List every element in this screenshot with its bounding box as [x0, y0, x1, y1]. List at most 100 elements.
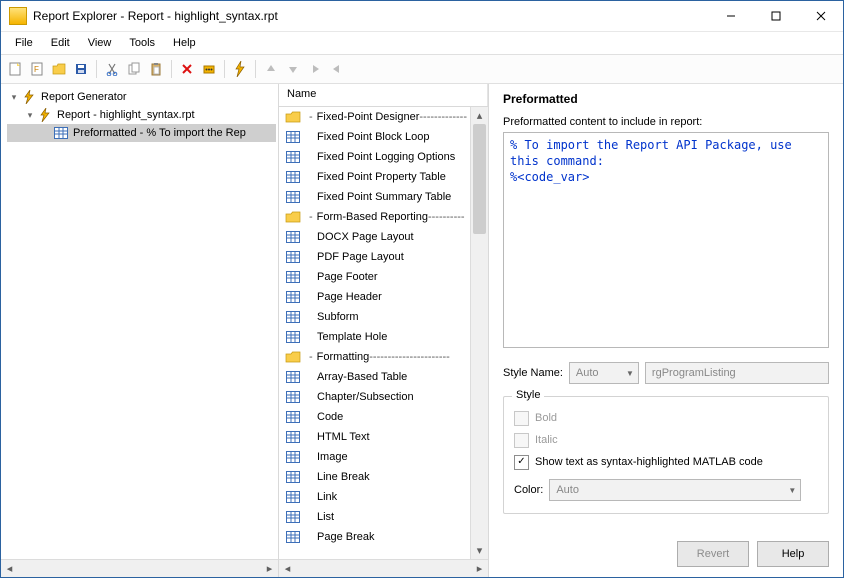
list-item[interactable]: PDF Page Layout [279, 247, 470, 267]
list-item[interactable]: -Formatting ---------------------- [279, 347, 470, 367]
save-button[interactable] [71, 59, 91, 79]
delete-button[interactable] [177, 59, 197, 79]
component-button[interactable] [199, 59, 219, 79]
table-icon [285, 511, 301, 523]
list-item[interactable]: Array-Based Table [279, 367, 470, 387]
folder-icon [285, 111, 301, 123]
content-textarea[interactable]: % To import the Report API Package, use … [503, 132, 829, 348]
tree-label: Preformatted - % To import the Rep [73, 127, 246, 139]
list-vscrollbar[interactable]: ▴ ▾ [470, 107, 488, 559]
tree-view[interactable]: ▾ Report Generator ▾ Report - highlight_… [1, 84, 278, 559]
scroll-right-icon[interactable]: ▸ [471, 561, 488, 576]
revert-button[interactable]: Revert [677, 541, 749, 567]
tree-hscrollbar[interactable]: ◂ ▸ [1, 559, 278, 577]
list-header[interactable]: Name [279, 84, 488, 107]
move-up-button[interactable] [261, 59, 281, 79]
tree-preformatted[interactable]: Preformatted - % To import the Rep [7, 124, 276, 142]
run-button[interactable] [230, 59, 250, 79]
table-icon [53, 126, 69, 140]
minimize-button[interactable] [708, 1, 753, 31]
table-icon [285, 251, 301, 263]
list-item[interactable]: DOCX Page Layout [279, 227, 470, 247]
list-item-label: Array-Based Table [317, 371, 407, 383]
report-icon [37, 108, 53, 122]
scroll-right-icon[interactable]: ▸ [261, 561, 278, 576]
list-item-label: Template Hole [317, 331, 387, 343]
component-list[interactable]: -Fixed-Point Designer -------------Fixed… [279, 107, 470, 559]
table-icon [285, 411, 301, 423]
help-button[interactable]: Help [757, 541, 829, 567]
scroll-left-icon[interactable]: ◂ [1, 561, 18, 576]
list-item[interactable]: Fixed Point Logging Options [279, 147, 470, 167]
scroll-down-icon[interactable]: ▾ [471, 542, 488, 559]
copy-button[interactable] [124, 59, 144, 79]
syntax-highlight-checkbox[interactable]: ✓ [514, 455, 529, 470]
style-name-mode-dropdown[interactable]: Auto ▼ [569, 362, 639, 384]
close-button[interactable] [798, 1, 843, 31]
list-item-label: Subform [317, 311, 359, 323]
list-item[interactable]: Line Break [279, 467, 470, 487]
open-button[interactable] [49, 59, 69, 79]
tree-label: Report Generator [41, 91, 127, 103]
expand-icon[interactable]: ▾ [23, 110, 37, 121]
tree-root[interactable]: ▾ Report Generator [7, 88, 276, 106]
list-item[interactable]: Template Hole [279, 327, 470, 347]
list-item[interactable]: Fixed Point Property Table [279, 167, 470, 187]
list-item-label: List [317, 511, 334, 523]
list-item[interactable]: List [279, 507, 470, 527]
list-item[interactable]: Fixed Point Block Loop [279, 127, 470, 147]
move-left-button[interactable] [327, 59, 347, 79]
scroll-track[interactable] [18, 561, 261, 576]
menubar: File Edit View Tools Help [1, 32, 843, 54]
new-blank-button[interactable] [5, 59, 25, 79]
tree-panel: ▾ Report Generator ▾ Report - highlight_… [1, 84, 279, 577]
table-icon [285, 151, 301, 163]
scroll-left-icon[interactable]: ◂ [279, 561, 296, 576]
table-icon [285, 531, 301, 543]
style-groupbox: Style Bold Italic ✓ Show text as syntax-… [503, 396, 829, 514]
tree-report[interactable]: ▾ Report - highlight_syntax.rpt [7, 106, 276, 124]
menu-tools[interactable]: Tools [121, 35, 163, 51]
app-icon [9, 7, 27, 25]
expand-icon[interactable]: ▾ [7, 92, 21, 103]
style-name-label: Style Name: [503, 367, 563, 379]
menu-file[interactable]: File [7, 35, 41, 51]
list-item[interactable]: -Form-Based Reporting ---------- [279, 207, 470, 227]
scroll-track[interactable] [471, 124, 488, 542]
menu-edit[interactable]: Edit [43, 35, 78, 51]
list-item[interactable]: Page Footer [279, 267, 470, 287]
generator-icon [21, 90, 37, 104]
list-item[interactable]: Subform [279, 307, 470, 327]
list-item[interactable]: Image [279, 447, 470, 467]
color-dropdown[interactable]: Auto ▼ [549, 479, 801, 501]
move-right-button[interactable] [305, 59, 325, 79]
scroll-up-icon[interactable]: ▴ [471, 107, 488, 124]
list-hscrollbar[interactable]: ◂ ▸ [279, 559, 488, 577]
properties-panel: Preformatted Preformatted content to inc… [489, 84, 843, 577]
scroll-thumb[interactable] [473, 124, 486, 234]
list-panel: Name -Fixed-Point Designer -------------… [279, 84, 489, 577]
style-name-field[interactable]: rgProgramListing [645, 362, 829, 384]
list-item[interactable]: Chapter/Subsection [279, 387, 470, 407]
list-item[interactable]: HTML Text [279, 427, 470, 447]
table-icon [285, 451, 301, 463]
menu-help[interactable]: Help [165, 35, 204, 51]
list-item[interactable]: Fixed Point Summary Table [279, 187, 470, 207]
list-item[interactable]: Page Header [279, 287, 470, 307]
list-item-label: PDF Page Layout [317, 251, 404, 263]
move-down-button[interactable] [283, 59, 303, 79]
column-name[interactable]: Name [279, 84, 488, 106]
paste-button[interactable] [146, 59, 166, 79]
new-form-button[interactable]: F [27, 59, 47, 79]
list-item[interactable]: -Fixed-Point Designer ------------- [279, 107, 470, 127]
menu-view[interactable]: View [80, 35, 120, 51]
table-icon [285, 291, 301, 303]
scroll-track[interactable] [296, 561, 471, 576]
maximize-button[interactable] [753, 1, 798, 31]
list-item[interactable]: Code [279, 407, 470, 427]
list-item-label: DOCX Page Layout [317, 231, 414, 243]
table-icon [285, 231, 301, 243]
list-item[interactable]: Page Break [279, 527, 470, 547]
list-item[interactable]: Link [279, 487, 470, 507]
cut-button[interactable] [102, 59, 122, 79]
